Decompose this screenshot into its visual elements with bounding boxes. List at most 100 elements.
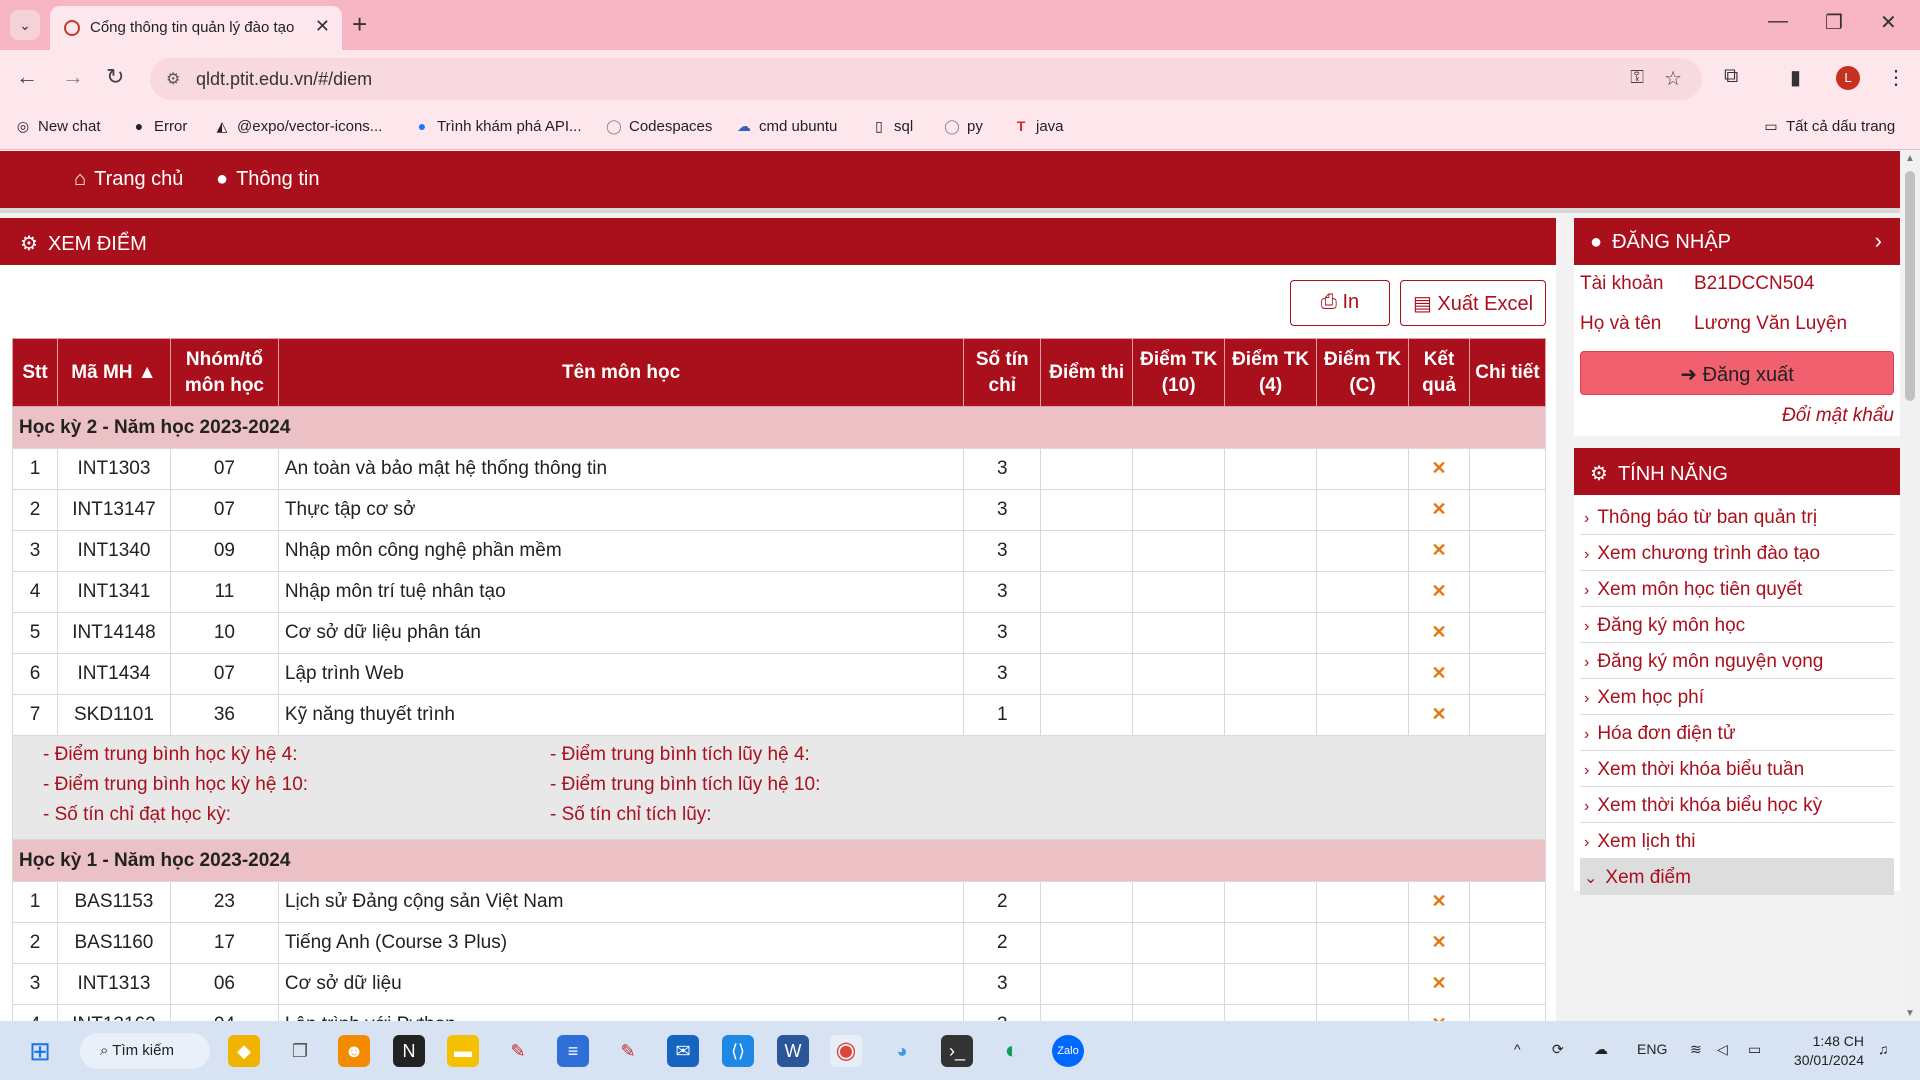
task-view-icon[interactable]: ❐ — [284, 1035, 316, 1067]
scroll-down-icon[interactable]: ▼ — [1905, 1008, 1915, 1019]
bookmark-py[interactable]: ◯ py — [943, 118, 983, 135]
detail-cell[interactable] — [1469, 653, 1546, 695]
language-indicator[interactable]: ENG — [1637, 1041, 1667, 1057]
tab-close-icon[interactable]: ✕ — [315, 16, 330, 37]
app-notify-icon[interactable]: ☻ — [338, 1035, 370, 1067]
all-bookmarks[interactable]: ▭ Tất cả dấu trang — [1762, 118, 1895, 135]
feature-item[interactable]: › Xem lịch thi — [1580, 823, 1894, 859]
site-info-icon[interactable]: ⚙ — [166, 69, 180, 89]
logout-button[interactable]: ➜ Đăng xuất — [1580, 351, 1894, 395]
notepad-icon[interactable]: ≡ — [557, 1035, 589, 1067]
detail-cell[interactable] — [1469, 694, 1546, 736]
chevron-right-icon[interactable]: › — [1875, 228, 1882, 254]
scroll-up-icon[interactable]: ▲ — [1905, 153, 1915, 164]
notification-bell-icon[interactable]: ♫ — [1878, 1041, 1889, 1057]
bookmark-cmd-ubuntu[interactable]: ☁ cmd ubuntu — [735, 118, 837, 135]
feature-item[interactable]: › Xem chương trình đào tạo — [1580, 535, 1894, 571]
pdf-editor-icon[interactable]: ✎ — [612, 1035, 644, 1067]
bookmark-expo[interactable]: ◭ @expo/vector-icons... — [213, 118, 383, 135]
detail-cell[interactable] — [1469, 571, 1546, 613]
feature-item[interactable]: › Thông báo từ ban quản trị — [1580, 499, 1894, 535]
col-code[interactable]: Mã MH ▲ — [56, 338, 171, 407]
col-stt[interactable]: Stt — [12, 338, 58, 407]
onedrive-icon[interactable]: ☁ — [1594, 1041, 1608, 1058]
col-tk4[interactable]: Điểm TK (4) — [1224, 338, 1318, 407]
word-icon[interactable]: W — [777, 1035, 809, 1067]
nav-info[interactable]: ● Thông tin — [216, 168, 319, 191]
back-icon[interactable]: ← — [16, 64, 38, 90]
windows-start-icon[interactable]: ⊞ — [24, 1035, 56, 1067]
sync-icon[interactable]: ⟳ — [1552, 1041, 1564, 1058]
pdf-reader-icon[interactable]: ✎ — [502, 1035, 534, 1067]
bookmark-sql[interactable]: ▯ sql — [870, 118, 913, 135]
paint-icon[interactable]: ◕ — [886, 1035, 918, 1067]
print-button[interactable]: ⎙ In — [1290, 280, 1390, 326]
taskbar-clock[interactable]: 1:48 CH 30/01/2024 — [1784, 1032, 1864, 1070]
col-credits[interactable]: Số tín chỉ — [963, 338, 1042, 407]
url-text[interactable]: qldt.ptit.edu.vn/#/diem — [196, 69, 372, 90]
volume-icon[interactable]: ◁ — [1717, 1041, 1728, 1058]
feature-item[interactable]: › Hóa đơn điện tử — [1580, 715, 1894, 751]
vscode-icon[interactable]: ⟨⟩ — [722, 1035, 754, 1067]
notion-icon[interactable]: N — [393, 1035, 425, 1067]
page-scrollbar[interactable]: ▲ ▼ — [1900, 151, 1920, 1021]
forward-icon[interactable]: → — [62, 64, 84, 90]
feature-item[interactable]: › Đăng ký môn nguyện vọng — [1580, 643, 1894, 679]
terminal-icon[interactable]: ›_ — [941, 1035, 973, 1067]
feature-item[interactable]: ⌄ Xem điểm — [1580, 859, 1894, 895]
zalo-icon[interactable]: Zalo — [1052, 1035, 1084, 1067]
detail-cell[interactable] — [1469, 612, 1546, 654]
col-tkc[interactable]: Điểm TK (C) — [1316, 338, 1410, 407]
profile-avatar[interactable]: L — [1836, 66, 1860, 90]
detail-cell[interactable] — [1469, 1004, 1546, 1021]
feature-item[interactable]: › Xem học phí — [1580, 679, 1894, 715]
change-password-link[interactable]: Đổi mật khẩu — [1574, 395, 1900, 427]
restore-icon[interactable]: ❐ — [1825, 10, 1843, 35]
col-detail[interactable]: Chi tiết — [1469, 338, 1546, 407]
menu-kebab-icon[interactable]: ⋮ — [1886, 65, 1906, 90]
reload-icon[interactable]: ↻ — [106, 64, 124, 90]
scrollbar-thumb[interactable] — [1905, 171, 1915, 401]
feature-item[interactable]: › Xem thời khóa biểu tuần — [1580, 751, 1894, 787]
col-exam[interactable]: Điểm thi — [1040, 338, 1134, 407]
detail-cell[interactable] — [1469, 448, 1546, 490]
taskbar-search[interactable]: ⌕ Tìm kiếm — [80, 1033, 210, 1069]
login-panel-header[interactable]: ● ĐĂNG NHẬP › — [1574, 218, 1900, 265]
minimize-icon[interactable]: — — [1768, 10, 1788, 33]
bookmark-codespaces[interactable]: ◯ Codespaces — [605, 118, 712, 135]
chrome-icon[interactable]: ◉ — [830, 1035, 862, 1067]
tray-expand-icon[interactable]: ^ — [1514, 1041, 1521, 1057]
feature-item[interactable]: › Xem môn học tiên quyết — [1580, 571, 1894, 607]
feature-item[interactable]: › Đăng ký môn học — [1580, 607, 1894, 643]
tab-search-button[interactable]: ⌄ — [10, 10, 40, 40]
export-excel-button[interactable]: ▤ Xuất Excel — [1400, 280, 1546, 326]
detail-cell[interactable] — [1469, 922, 1546, 964]
browser-tab[interactable]: Cổng thông tin quản lý đào tạo ✕ — [50, 6, 342, 50]
window-close-icon[interactable]: ✕ — [1880, 10, 1897, 35]
bookmark-java[interactable]: Tjava — [1012, 118, 1064, 135]
col-name[interactable]: Tên môn học — [277, 338, 965, 407]
col-result[interactable]: Kết quả — [1408, 338, 1470, 407]
edge-icon[interactable]: ◐ — [996, 1035, 1028, 1067]
bookmark-new-chat[interactable]: ◎ New chat — [14, 118, 101, 135]
bookmark-error[interactable]: ● Error — [130, 118, 188, 135]
address-bar[interactable]: ⚙ qldt.ptit.edu.vn/#/diem ⚿ ☆ — [150, 58, 1702, 100]
feature-item[interactable]: › Xem thời khóa biểu học kỳ — [1580, 787, 1894, 823]
detail-cell[interactable] — [1469, 489, 1546, 531]
bookmark-star-icon[interactable]: ☆ — [1664, 66, 1682, 91]
detail-cell[interactable] — [1469, 530, 1546, 572]
side-panel-icon[interactable]: ▮ — [1790, 65, 1801, 90]
nav-home[interactable]: ⌂ Trang chủ — [74, 168, 183, 191]
copilot-icon[interactable]: ◆ — [228, 1035, 260, 1067]
battery-icon[interactable]: ▭ — [1748, 1041, 1761, 1058]
bookmark-facebook-api[interactable]: ● Trình khám phá API... — [413, 118, 582, 135]
detail-cell[interactable] — [1469, 881, 1546, 923]
extensions-icon[interactable]: ⧉ — [1724, 65, 1738, 88]
password-key-icon[interactable]: ⚿ — [1630, 67, 1644, 88]
col-tk10[interactable]: Điểm TK (10) — [1132, 338, 1226, 407]
col-group[interactable]: Nhóm/tổ môn học — [169, 338, 279, 407]
mail-icon[interactable]: ✉ — [667, 1035, 699, 1067]
detail-cell[interactable] — [1469, 963, 1546, 1005]
wifi-icon[interactable]: ≋ — [1690, 1041, 1702, 1058]
new-tab-button[interactable]: + — [352, 9, 367, 40]
